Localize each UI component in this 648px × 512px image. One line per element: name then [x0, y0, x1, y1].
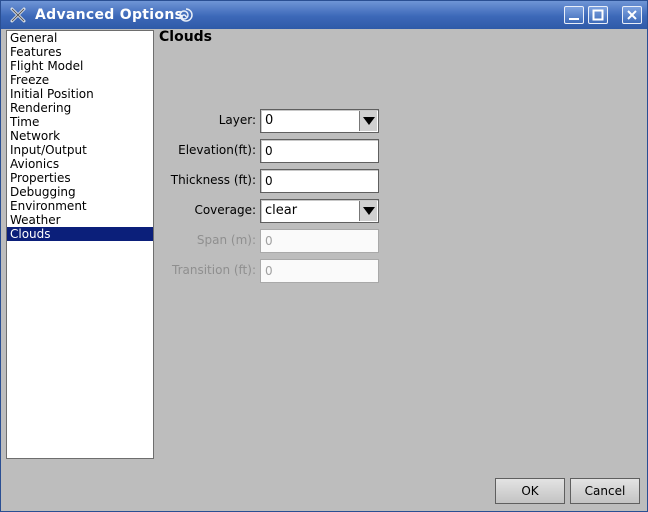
chevron-down-icon: [363, 207, 375, 215]
swirl-icon: [177, 6, 195, 24]
sidebar-item-time[interactable]: Time: [7, 115, 153, 129]
thickness-label: Thickness (ft):: [170, 173, 256, 187]
title-bar[interactable]: Advanced Options: [1, 1, 647, 29]
cancel-button[interactable]: Cancel: [570, 478, 640, 504]
layer-value: 0: [265, 113, 274, 128]
sidebar-item-environment[interactable]: Environment: [7, 199, 153, 213]
sidebar-item-initial-position[interactable]: Initial Position: [7, 87, 153, 101]
coverage-label: Coverage:: [194, 203, 256, 217]
maximize-button[interactable]: [588, 6, 608, 24]
sidebar-item-general[interactable]: General: [7, 31, 153, 45]
layer-combo[interactable]: 0: [260, 109, 379, 133]
elevation-label: Elevation(ft):: [178, 143, 256, 157]
transition-row: Transition (ft): 0: [151, 259, 391, 283]
thickness-field[interactable]: 0: [260, 169, 379, 193]
advanced-options-window: Advanced Options General Features Flight…: [0, 0, 648, 512]
sidebar-item-avionics[interactable]: Avionics: [7, 157, 153, 171]
span-row: Span (m): 0: [151, 229, 391, 253]
span-field: 0: [260, 229, 379, 253]
transition-label: Transition (ft):: [172, 263, 256, 277]
chevron-down-icon: [363, 117, 375, 125]
elevation-row: Elevation(ft): 0: [151, 139, 391, 163]
sidebar-item-flight-model[interactable]: Flight Model: [7, 59, 153, 73]
sidebar-item-input-output[interactable]: Input/Output: [7, 143, 153, 157]
layer-label: Layer:: [218, 113, 256, 127]
sidebar-item-network[interactable]: Network: [7, 129, 153, 143]
panel-title: Clouds: [159, 29, 213, 45]
span-label: Span (m):: [196, 233, 256, 247]
sidebar-item-clouds[interactable]: Clouds: [7, 227, 153, 241]
thickness-row: Thickness (ft): 0: [151, 169, 391, 193]
options-category-list[interactable]: General Features Flight Model Freeze Ini…: [6, 30, 154, 459]
coverage-dropdown-arrow[interactable]: [359, 201, 377, 221]
close-button[interactable]: [622, 6, 642, 24]
layer-dropdown-arrow[interactable]: [359, 111, 377, 131]
coverage-value: clear: [265, 203, 298, 218]
app-x-icon: [9, 6, 27, 24]
transition-field: 0: [260, 259, 379, 283]
elevation-field[interactable]: 0: [260, 139, 379, 163]
minimize-button[interactable]: [564, 6, 584, 24]
sidebar-item-rendering[interactable]: Rendering: [7, 101, 153, 115]
layer-row: Layer: 0: [151, 109, 391, 133]
coverage-row: Coverage: clear: [151, 199, 391, 223]
coverage-combo[interactable]: clear: [260, 199, 379, 223]
sidebar-item-features[interactable]: Features: [7, 45, 153, 59]
sidebar-item-properties[interactable]: Properties: [7, 171, 153, 185]
sidebar-item-freeze[interactable]: Freeze: [7, 73, 153, 87]
sidebar-item-debugging[interactable]: Debugging: [7, 185, 153, 199]
sidebar-item-weather[interactable]: Weather: [7, 213, 153, 227]
window-title: Advanced Options: [35, 7, 184, 23]
ok-button[interactable]: OK: [495, 478, 565, 504]
